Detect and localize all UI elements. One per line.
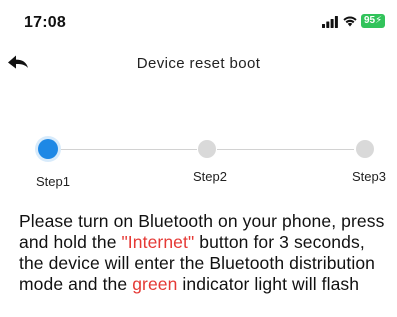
wifi-icon	[342, 14, 358, 27]
step-connector	[60, 149, 197, 150]
instruction-text: Please turn on Bluetooth on your phone, …	[19, 211, 394, 295]
nav-header: Device reset boot	[0, 44, 397, 84]
step-3-indicator[interactable]	[356, 140, 374, 158]
battery-level: 95	[364, 15, 376, 26]
status-bar: 17:08 95⚡	[0, 0, 397, 44]
device-reset-screen: 17:08 95⚡ Device reset boot Step1 Step2 …	[0, 0, 397, 317]
step-3-label: Step3	[352, 169, 386, 184]
charging-bolt-icon: ⚡	[375, 15, 383, 26]
step-connector	[217, 149, 354, 150]
instruction-part-3: indicator light will flash	[177, 274, 360, 294]
step-1-indicator[interactable]	[38, 139, 58, 159]
battery-icon: 95⚡	[361, 14, 386, 28]
progress-stepper: Step1 Step2 Step3	[0, 130, 397, 190]
step-1-label: Step1	[36, 174, 70, 189]
step-2-indicator[interactable]	[198, 140, 216, 158]
step-2-label: Step2	[193, 169, 227, 184]
green-light-word: green	[132, 274, 178, 294]
internet-button-name: "Internet"	[121, 232, 195, 252]
status-time: 17:08	[24, 14, 66, 31]
signal-icon	[322, 15, 338, 28]
page-title: Device reset boot	[136, 55, 261, 72]
